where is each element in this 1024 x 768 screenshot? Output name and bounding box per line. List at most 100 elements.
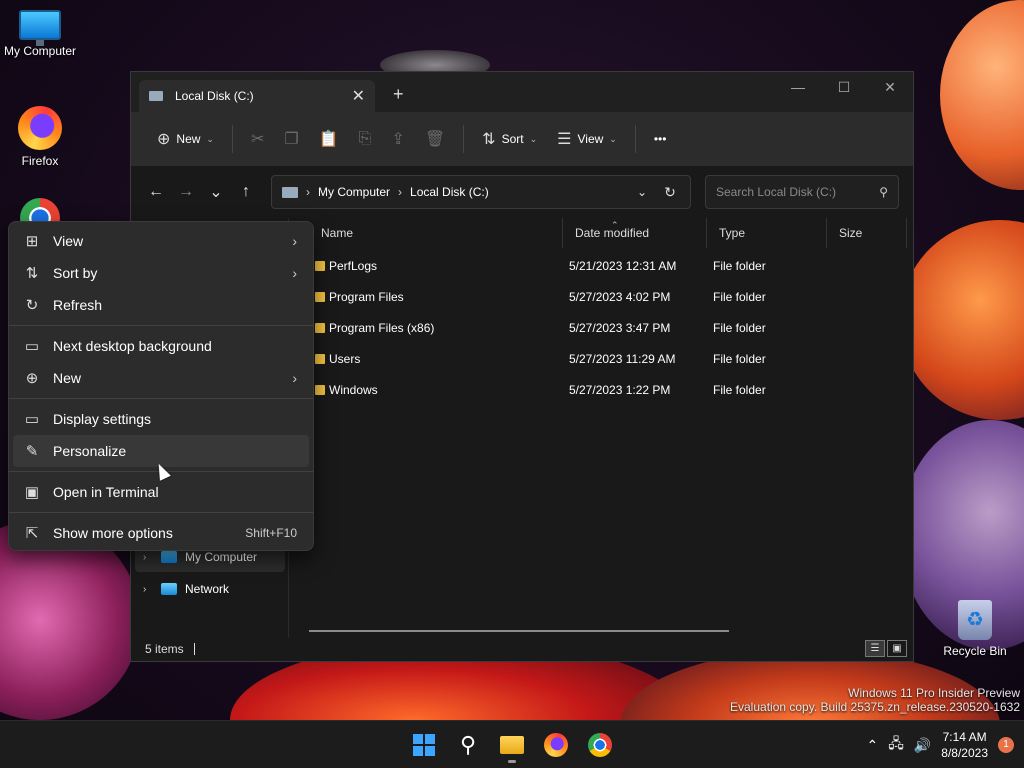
desktop-icon-recycle-bin[interactable]: ♻ Recycle Bin [935, 600, 1015, 658]
forward-button[interactable]: → [171, 177, 201, 207]
active-indicator [508, 760, 516, 763]
firefox-taskbar-button[interactable] [536, 727, 576, 763]
search-icon[interactable]: ⚲ [879, 185, 888, 199]
menu-item-refresh[interactable]: ↻ Refresh [13, 289, 309, 321]
clock-date: 8/8/2023 [941, 746, 988, 760]
menu-item-show-more-options[interactable]: ⇱ Show more options Shift+F10 [13, 517, 309, 549]
close-tab-icon[interactable]: ✕ [352, 86, 365, 106]
maximize-button[interactable]: ☐ [821, 72, 867, 102]
address-bar[interactable]: › My Computer › Local Disk (C:) ⌄ ↻ [271, 175, 691, 209]
file-row[interactable]: PerfLogs 5/21/2023 12:31 AM File folder [309, 250, 907, 281]
network-icon[interactable]: 🖧 [888, 733, 904, 757]
view-button[interactable]: ☰ View ⌄ [549, 123, 625, 155]
menu-separator [9, 512, 313, 513]
drive-icon [149, 91, 163, 101]
more-options-button[interactable]: ••• [646, 126, 675, 152]
navpane-label: Network [185, 582, 230, 596]
tab-local-disk[interactable]: Local Disk (C:) ✕ [139, 80, 375, 112]
file-row[interactable]: Program Files (x86) 5/27/2023 3:47 PM Fi… [309, 312, 907, 343]
back-button[interactable]: ← [141, 177, 171, 207]
search-button[interactable]: ⚲ [448, 727, 488, 763]
menu-item-label: Show more options [53, 525, 173, 541]
column-header-type[interactable]: Type [707, 218, 827, 248]
new-tab-button[interactable]: + [393, 84, 404, 105]
desktop-icon-my-computer[interactable]: My Computer [0, 10, 80, 58]
file-row[interactable]: Program Files 5/27/2023 4:02 PM File fol… [309, 281, 907, 312]
refresh-icon[interactable]: ↻ [660, 177, 680, 207]
file-type: File folder [713, 321, 766, 335]
file-explorer-taskbar-button[interactable] [492, 727, 532, 763]
desktop-context-menu: ⊞ View › ⇅ Sort by › ↻ Refresh ▭ Next de… [8, 221, 314, 551]
chrome-taskbar-button[interactable] [580, 727, 620, 763]
column-header-name[interactable]: Name [309, 218, 563, 248]
divider [193, 642, 195, 655]
command-bar: ⊕ New ⌄ ✂ ❐ 📋 ⎘ ⇪ 🗑 ⇅ Sort ⌄ ☰ View ⌄ ••… [131, 112, 913, 166]
chevron-down-icon: ⌄ [609, 133, 617, 144]
menu-separator [9, 398, 313, 399]
details-view-icon[interactable]: ☰ [865, 640, 885, 657]
menu-separator [9, 325, 313, 326]
file-row[interactable]: Users 5/27/2023 11:29 AM File folder [309, 343, 907, 374]
delete-button[interactable]: 🗑 [417, 123, 453, 155]
clock[interactable]: 7:14 AM 8/8/2023 [941, 729, 988, 761]
paste-button[interactable]: 📋 [311, 123, 347, 155]
horizontal-scrollbar[interactable] [309, 630, 729, 632]
title-bar[interactable]: Local Disk (C:) ✕ + — ☐ ✕ [131, 72, 913, 112]
volume-icon[interactable]: 🔊 [914, 737, 931, 754]
tab-title: Local Disk (C:) [175, 89, 254, 103]
chevron-right-icon[interactable]: › [143, 552, 153, 563]
start-button[interactable] [404, 727, 444, 763]
menu-item-view[interactable]: ⊞ View › [13, 225, 309, 257]
desktop-icon-label: My Computer [3, 44, 77, 58]
cut-button[interactable]: ✂ [243, 123, 272, 155]
menu-item-label: Personalize [53, 443, 127, 459]
scissors-icon: ✂ [250, 131, 265, 148]
menu-item-shortcut: Shift+F10 [245, 526, 297, 540]
column-header-size[interactable]: Size [827, 218, 907, 248]
minimize-button[interactable]: — [775, 72, 821, 102]
recent-locations-button[interactable]: ⌄ [201, 177, 231, 207]
file-name: Users [329, 352, 361, 366]
menu-item-display-settings[interactable]: ▭ Display settings [13, 403, 309, 435]
new-button[interactable]: ⊕ New ⌄ [149, 123, 222, 155]
navpane-item-network[interactable]: › Network [135, 574, 285, 604]
rename-button[interactable]: ⎘ [351, 124, 380, 154]
menu-item-new[interactable]: ⊕ New › [13, 362, 309, 394]
up-button[interactable]: ↑ [231, 177, 261, 207]
address-dropdown-icon[interactable]: ⌄ [632, 177, 652, 207]
chevron-right-icon: › [292, 265, 297, 281]
terminal-icon: ▣ [24, 484, 40, 501]
file-date: 5/21/2023 12:31 AM [569, 259, 677, 273]
sort-button[interactable]: ⇅ Sort ⌄ [474, 123, 545, 155]
folder-icon [500, 736, 524, 754]
notification-badge[interactable]: 1 [998, 737, 1014, 753]
menu-item-sort-by[interactable]: ⇅ Sort by › [13, 257, 309, 289]
file-name: Windows [329, 383, 378, 397]
folder-icon [315, 354, 325, 364]
menu-item-open-terminal[interactable]: ▣ Open in Terminal [13, 476, 309, 508]
wallpaper-icon: ▭ [24, 338, 40, 355]
breadcrumb-my-computer[interactable]: My Computer [318, 185, 390, 199]
file-date: 5/27/2023 3:47 PM [569, 321, 671, 335]
file-date: 5/27/2023 11:29 AM [569, 352, 676, 366]
copy-button[interactable]: ❐ [276, 123, 306, 155]
display-icon: ▭ [24, 411, 40, 428]
menu-item-label: Refresh [53, 297, 103, 313]
copy-icon: ❐ [284, 131, 299, 148]
tiles-view-icon[interactable]: ▣ [887, 640, 907, 657]
search-input[interactable] [716, 185, 880, 199]
file-row[interactable]: Windows 5/27/2023 1:22 PM File folder [309, 374, 907, 405]
search-box[interactable]: ⚲ [705, 175, 899, 209]
desktop-icon-firefox[interactable]: Firefox [0, 106, 80, 168]
watermark-line: Windows 11 Pro Insider Preview [848, 686, 1020, 700]
clock-time: 7:14 AM [942, 730, 987, 744]
close-window-button[interactable]: ✕ [867, 72, 913, 102]
chevron-right-icon[interactable]: › [143, 584, 153, 595]
drive-icon [282, 186, 298, 198]
menu-item-next-background[interactable]: ▭ Next desktop background [13, 330, 309, 362]
share-button[interactable]: ⇪ [383, 123, 412, 155]
column-header-date[interactable]: Date modified [563, 218, 707, 248]
breadcrumb-local-disk[interactable]: Local Disk (C:) [410, 185, 489, 199]
chevron-up-icon[interactable]: ⌃ [866, 737, 878, 754]
share-icon: ⇪ [391, 131, 405, 148]
